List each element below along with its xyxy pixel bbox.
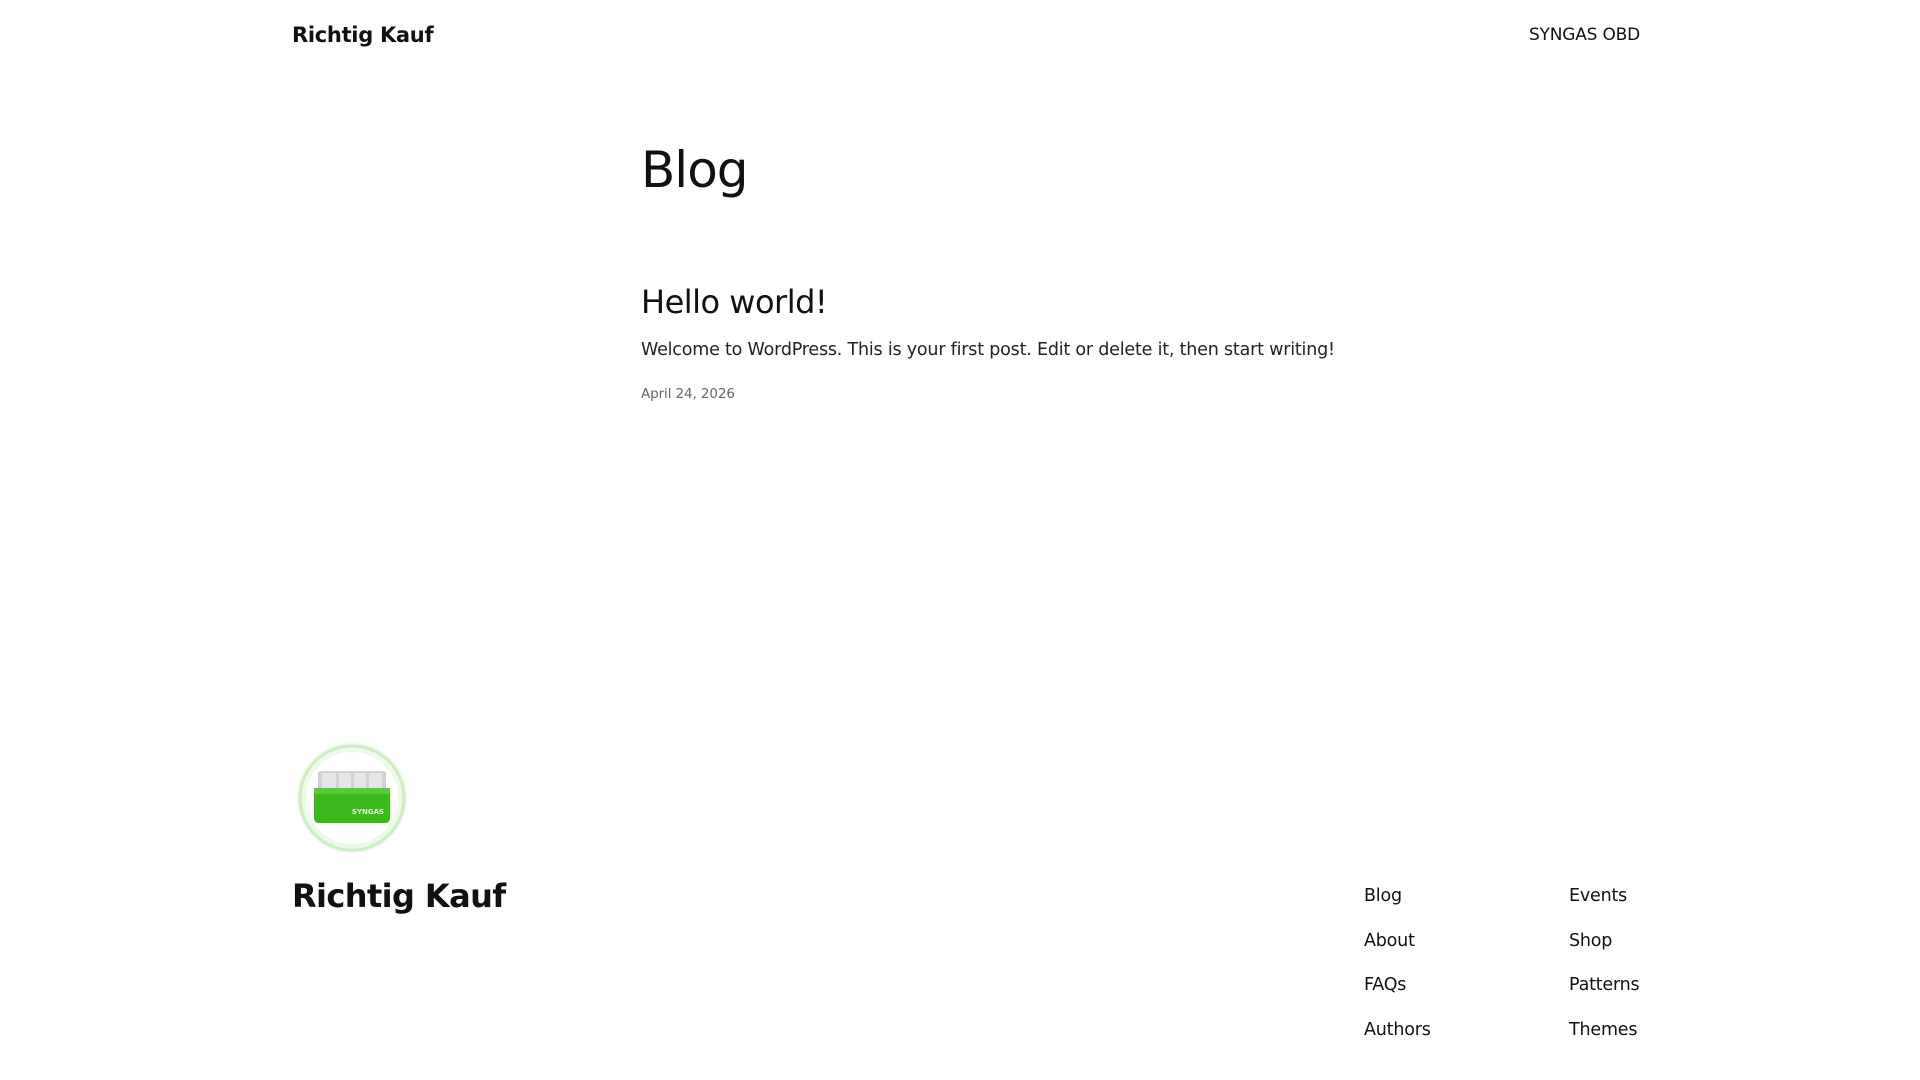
post-item: Hello world! Welcome to WordPress. This … [641, 280, 1341, 402]
site-header: Richtig Kauf SYNGAS OBD [292, 0, 1640, 70]
header-nav: SYNGAS OBD [1529, 25, 1640, 45]
footer-link-patterns[interactable]: Patterns [1569, 963, 1640, 1008]
footer-logo[interactable]: SYNGAS [296, 742, 408, 854]
footer-link-shop[interactable]: Shop [1569, 919, 1639, 964]
nav-item-syngas-obd[interactable]: SYNGAS OBD [1529, 25, 1640, 45]
footer-link-blog[interactable]: Blog [1364, 874, 1431, 919]
post-excerpt: Welcome to WordPress. This is your first… [641, 340, 1335, 360]
footer-link-authors[interactable]: Authors [1364, 1008, 1431, 1053]
footer-link-themes[interactable]: Themes [1569, 1008, 1639, 1053]
footer-nav-column-1: Blog About FAQs Authors [1364, 874, 1431, 1053]
page: Richtig Kauf SYNGAS OBD Blog Hello world… [0, 0, 1920, 1080]
page-title: Blog [641, 141, 749, 199]
footer-nav-column-2: Events Shop Patterns Themes [1569, 874, 1640, 1053]
site-title-link[interactable]: Richtig Kauf [292, 23, 434, 47]
main-content: Blog Hello world! Welcome to WordPress. … [641, 130, 1341, 402]
footer-link-events[interactable]: Events [1569, 874, 1639, 919]
post-date-link[interactable]: April 24, 2026 [641, 386, 735, 402]
footer-link-about[interactable]: About [1364, 919, 1431, 964]
obd-device-logo-icon: SYNGAS [297, 743, 407, 853]
footer-link-faqs[interactable]: FAQs [1364, 963, 1431, 1008]
footer-site-title-link[interactable]: Richtig Kauf [292, 876, 506, 916]
svg-text:SYNGAS: SYNGAS [352, 808, 384, 816]
post-date: April 24, 2026 [641, 386, 1341, 402]
post-title: Hello world! [641, 280, 1341, 324]
post-title-link[interactable]: Hello world! [641, 283, 828, 321]
